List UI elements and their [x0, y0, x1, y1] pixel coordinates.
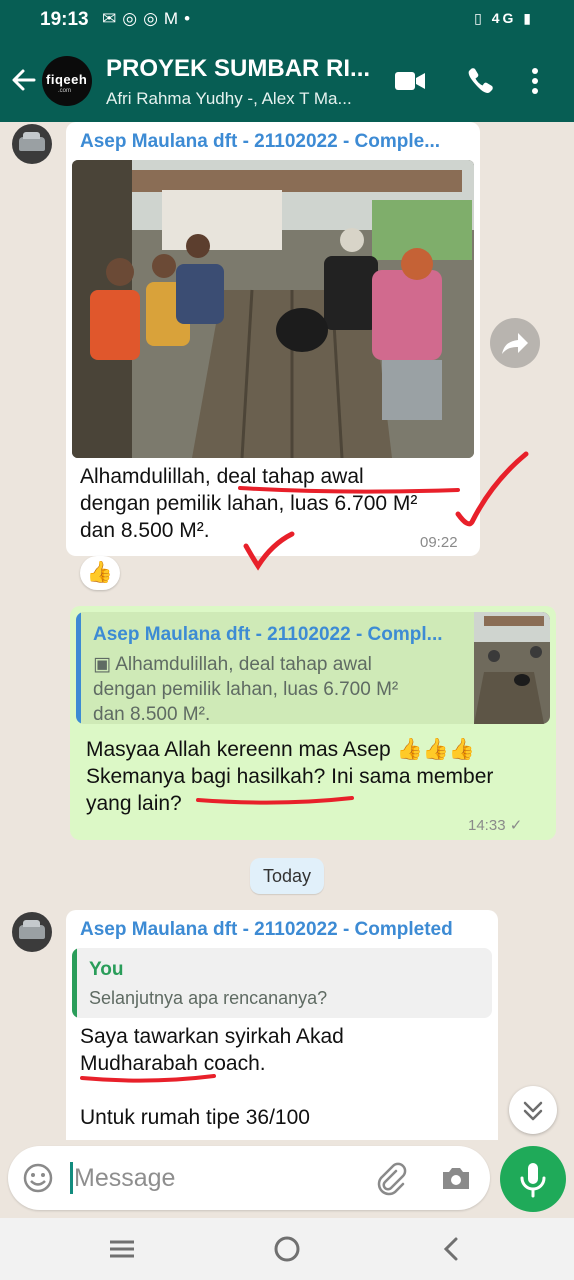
system-nav-bar — [0, 1218, 574, 1280]
back-nav-icon[interactable] — [437, 1234, 467, 1264]
vibrate-icon: ▯ — [474, 10, 485, 26]
text-cursor — [70, 1162, 73, 1194]
network-label: 4G — [491, 10, 517, 26]
battery-icon: ▮ — [523, 10, 534, 26]
recent-apps-icon[interactable] — [107, 1234, 137, 1264]
chat-area[interactable]: Asep Maulana dft - 21102022 - Comple... — [0, 122, 574, 1140]
notification-icons: ✉◎◎M• — [102, 9, 197, 28]
status-bar: 19:13 ✉◎◎M• ▯ 4G ▮ — [0, 0, 574, 40]
message-composer — [8, 1146, 490, 1210]
attach-icon[interactable] — [374, 1162, 408, 1196]
video-call-icon[interactable] — [394, 66, 426, 96]
chat-title[interactable]: PROYEK SUMBAR RI... — [106, 55, 376, 83]
status-time: 19:13 — [40, 9, 89, 30]
chat-header: fiqeeh .com PROYEK SUMBAR RI... Afri Rah… — [0, 40, 574, 122]
more-options-icon[interactable] — [527, 66, 543, 96]
group-logo-text: fiqeeh — [46, 72, 88, 87]
scroll-down-button[interactable] — [509, 1086, 557, 1134]
annotation-overlay — [80, 451, 529, 1083]
back-arrow-icon[interactable] — [8, 64, 40, 96]
camera-icon[interactable] — [440, 1163, 472, 1193]
emoji-icon[interactable] — [22, 1162, 54, 1194]
signal-icons: ▯ 4G ▮ — [474, 10, 534, 27]
mic-button[interactable] — [500, 1146, 566, 1212]
group-logo-subtext: .com — [58, 88, 72, 94]
message-input[interactable] — [74, 1159, 364, 1197]
home-icon[interactable] — [272, 1234, 302, 1264]
voice-call-icon[interactable] — [464, 66, 496, 96]
group-avatar[interactable]: fiqeeh .com — [42, 56, 92, 106]
chat-participants[interactable]: Afri Rahma Yudhy -, Alex T Ma... — [106, 89, 376, 109]
